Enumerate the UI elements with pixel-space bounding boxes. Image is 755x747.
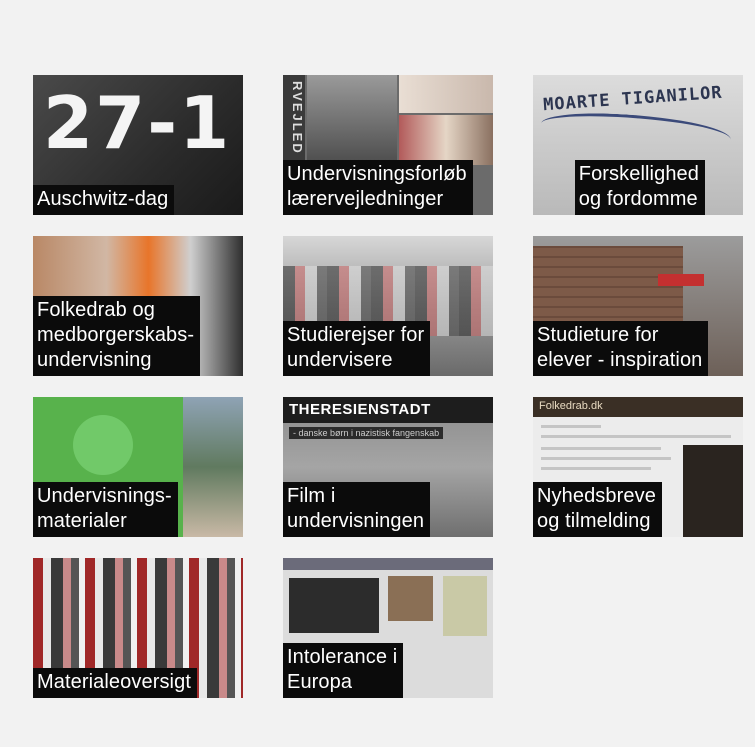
tile-studieture[interactable]: Studieture for elever - inspiration <box>533 236 743 376</box>
tile-caption: Forskellighed og fordomme <box>574 160 705 215</box>
graffiti-text: MOARTE TIGANILOR <box>542 82 724 116</box>
logo-graphic <box>73 415 133 475</box>
tile-caption: Materialeoversigt <box>33 668 197 698</box>
tile-studierejser[interactable]: Studierejser for undervisere <box>283 236 493 376</box>
tile-caption: Intolerance i Europa <box>283 643 404 698</box>
film-header: THERESIENSTADT <box>283 397 493 423</box>
tile-caption: Auschwitz-dag <box>33 185 175 215</box>
photo-collage <box>183 397 243 537</box>
text-line <box>541 457 671 460</box>
text-line <box>541 447 661 450</box>
tile-forskellighed[interactable]: MOARTE TIGANILOR Forskellighed og fordom… <box>533 75 743 215</box>
tile-caption: Film i undervisningen <box>283 482 431 537</box>
tile-caption: Nyhedsbreve og tilmelding <box>533 482 662 537</box>
photo-statue <box>307 75 397 165</box>
text-line <box>541 435 731 438</box>
photo-tree <box>683 445 743 537</box>
photo-sign <box>658 274 704 286</box>
page-header <box>283 558 493 570</box>
photo-people <box>399 115 493 165</box>
text-line <box>541 467 651 470</box>
tile-caption: Folkedrab og medborgerskabs- undervisnin… <box>33 296 201 376</box>
tile-materialeoversigt[interactable]: Materialeoversigt <box>33 558 243 698</box>
tile-caption: Studieture for elever - inspiration <box>533 321 709 376</box>
photo-3 <box>443 576 487 636</box>
film-title-text: THERESIENSTADT <box>289 401 431 418</box>
tile-intolerance[interactable]: Intolerance i Europa <box>283 558 493 698</box>
tile-auschwitz-dag[interactable]: 27-1 Auschwitz-dag <box>33 75 243 215</box>
photo-1 <box>289 578 379 633</box>
tile-folkedrab-medborgerskab[interactable]: Folkedrab og medborgerskabs- undervisnin… <box>33 236 243 376</box>
tile-nyhedsbreve[interactable]: Folkedrab.dk Nyhedsbreve og tilmelding <box>533 397 743 537</box>
site-header: Folkedrab.dk <box>533 397 743 417</box>
photo-2 <box>388 576 433 621</box>
tile-caption: Undervisnings- materialer <box>33 482 178 537</box>
tile-film[interactable]: THERESIENSTADT - danske børn i nazistisk… <box>283 397 493 537</box>
photo-building <box>533 246 683 326</box>
tile-undervisningsmaterialer[interactable]: Undervisnings- materialer <box>33 397 243 537</box>
photo-portrait <box>399 75 493 113</box>
tile-undervisningsforlob[interactable]: RVEJLED Undervisningsforløb lærervejledn… <box>283 75 493 215</box>
site-name-text: Folkedrab.dk <box>539 400 603 412</box>
film-subtitle-text: - danske børn i nazistisk fangenskab <box>289 427 444 439</box>
date-graphic-text: 27-1 <box>43 81 232 165</box>
tile-caption: Undervisningsforløb lærervejledninger <box>283 160 473 215</box>
graffiti-scrawl <box>540 110 732 153</box>
text-line <box>541 425 601 428</box>
tile-caption: Studierejser for undervisere <box>283 321 431 376</box>
